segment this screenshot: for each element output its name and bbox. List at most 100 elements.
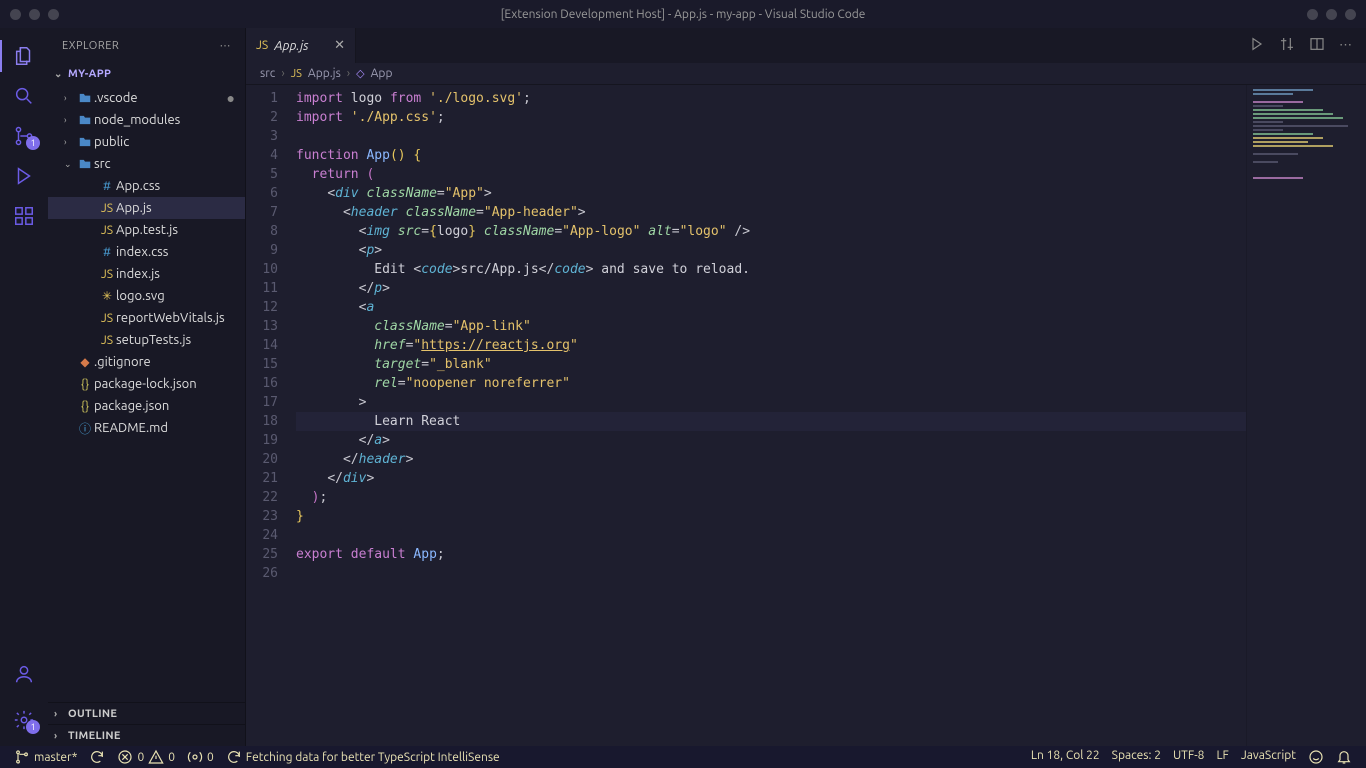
feedback-icon: [1308, 749, 1324, 765]
status-language[interactable]: JavaScript: [1235, 749, 1302, 762]
code-line[interactable]: }: [296, 507, 1366, 526]
tree-folder[interactable]: ›node_modules: [48, 109, 245, 131]
js-icon: JS: [98, 312, 116, 325]
tree-file[interactable]: #App.css: [48, 175, 245, 197]
code-line[interactable]: <div className="App">: [296, 184, 1366, 203]
minimap[interactable]: [1246, 85, 1366, 746]
status-fetching-label: Fetching data for better TypeScript Inte…: [246, 751, 500, 764]
code-content[interactable]: import logo from './logo.svg';import './…: [296, 85, 1366, 746]
tree-folder[interactable]: ›.vscode●: [48, 87, 245, 109]
window-ctrl-icon[interactable]: [1326, 9, 1337, 20]
tree-file[interactable]: {}package.json: [48, 395, 245, 417]
window-minimize-icon[interactable]: [29, 9, 40, 20]
code-line[interactable]: import './App.css';: [296, 108, 1366, 127]
tree-folder[interactable]: ›public: [48, 131, 245, 153]
code-line[interactable]: function App() {: [296, 146, 1366, 165]
status-sync[interactable]: [83, 746, 111, 768]
tree-file[interactable]: JSApp.js: [48, 197, 245, 219]
code-editor[interactable]: 1234567891011121314151617181920212223242…: [246, 85, 1366, 746]
js-file-icon: JS: [291, 68, 302, 80]
activity-source-control[interactable]: 1: [0, 116, 48, 156]
status-branch[interactable]: master*: [8, 746, 83, 768]
json-icon: {}: [76, 400, 94, 413]
tree-item-label: logo.svg: [116, 289, 165, 303]
tree-item-label: src: [94, 157, 111, 171]
status-eol[interactable]: LF: [1210, 749, 1234, 762]
activity-settings[interactable]: 1: [0, 700, 48, 740]
status-problems[interactable]: 0 0: [111, 746, 181, 768]
code-line[interactable]: export default App;: [296, 545, 1366, 564]
activity-explorer[interactable]: [0, 36, 48, 76]
code-line[interactable]: );: [296, 488, 1366, 507]
breadcrumb-item[interactable]: src: [260, 67, 275, 80]
code-line[interactable]: return (: [296, 165, 1366, 184]
activity-run-debug[interactable]: [0, 156, 48, 196]
tree-file[interactable]: JSApp.test.js: [48, 219, 245, 241]
tree-file[interactable]: {}package-lock.json: [48, 373, 245, 395]
status-indent[interactable]: Spaces: 2: [1106, 749, 1167, 762]
status-line-col[interactable]: Ln 18, Col 22: [1025, 749, 1106, 762]
sidebar-title: EXPLORER: [62, 40, 119, 52]
breadcrumb-item[interactable]: App: [371, 67, 393, 80]
editor-tabs: JS App.js ✕ ⋯: [246, 28, 1366, 63]
split-editor-icon[interactable]: [1309, 36, 1325, 55]
status-feedback[interactable]: [1302, 749, 1330, 765]
code-line[interactable]: Edit <code>src/App.js</code> and save to…: [296, 260, 1366, 279]
md-icon: ⓘ: [76, 420, 94, 437]
window-title: [Extension Development Host] - App.js - …: [501, 8, 866, 21]
code-line[interactable]: target="_blank": [296, 355, 1366, 374]
window-ctrl-icon[interactable]: [1345, 9, 1356, 20]
status-encoding[interactable]: UTF-8: [1167, 749, 1210, 762]
more-icon[interactable]: ⋯: [1339, 38, 1352, 53]
tree-item-label: App.test.js: [116, 223, 178, 237]
activity-search[interactable]: [0, 76, 48, 116]
status-fetching[interactable]: Fetching data for better TypeScript Inte…: [220, 746, 506, 768]
tree-file[interactable]: ✳logo.svg: [48, 285, 245, 307]
breadcrumb-item[interactable]: App.js: [308, 67, 341, 80]
tree-file[interactable]: JSindex.js: [48, 263, 245, 285]
js-icon: JS: [98, 334, 116, 347]
code-line[interactable]: className="App-link": [296, 317, 1366, 336]
tree-file[interactable]: #index.css: [48, 241, 245, 263]
timeline-section[interactable]: › TIMELINE: [48, 724, 245, 746]
project-section[interactable]: ⌄ MY-APP: [48, 63, 245, 85]
code-line[interactable]: >: [296, 393, 1366, 412]
code-line[interactable]: import logo from './logo.svg';: [296, 89, 1366, 108]
code-line[interactable]: Learn React: [296, 412, 1366, 431]
tree-folder[interactable]: ⌄src: [48, 153, 245, 175]
window-ctrl-icon[interactable]: [1307, 9, 1318, 20]
status-ports[interactable]: 0: [181, 746, 220, 768]
code-line[interactable]: [296, 127, 1366, 146]
code-line[interactable]: rel="noopener noreferrer": [296, 374, 1366, 393]
breadcrumbs[interactable]: src › JS App.js › ◇ App: [246, 63, 1366, 85]
code-line[interactable]: </p>: [296, 279, 1366, 298]
diff-icon[interactable]: [1279, 36, 1295, 55]
status-bell[interactable]: [1330, 749, 1358, 765]
code-line[interactable]: </header>: [296, 450, 1366, 469]
code-line[interactable]: </div>: [296, 469, 1366, 488]
code-line[interactable]: [296, 564, 1366, 583]
tree-file[interactable]: JSsetupTests.js: [48, 329, 245, 351]
window-maximize-icon[interactable]: [48, 9, 59, 20]
outline-section[interactable]: › OUTLINE: [48, 702, 245, 724]
activity-accounts[interactable]: [0, 654, 48, 694]
sidebar-more-icon[interactable]: ⋯: [220, 39, 232, 52]
code-line[interactable]: href="https://reactjs.org": [296, 336, 1366, 355]
close-icon[interactable]: ✕: [334, 38, 345, 53]
tree-file[interactable]: ⓘREADME.md: [48, 417, 245, 439]
status-bar: master* 0 0 0 Fetching data for better T…: [0, 746, 1366, 768]
tree-file[interactable]: ◆.gitignore: [48, 351, 245, 373]
run-icon[interactable]: [1249, 36, 1265, 55]
code-line[interactable]: <p>: [296, 241, 1366, 260]
code-line[interactable]: [296, 526, 1366, 545]
code-line[interactable]: <img src={logo} className="App-logo" alt…: [296, 222, 1366, 241]
window-close-icon[interactable]: [10, 9, 21, 20]
tree-file[interactable]: JSreportWebVitals.js: [48, 307, 245, 329]
code-line[interactable]: </a>: [296, 431, 1366, 450]
code-line[interactable]: <header className="App-header">: [296, 203, 1366, 222]
extensions-icon: [13, 205, 35, 227]
js-icon: JS: [98, 268, 116, 281]
tab-app-js[interactable]: JS App.js ✕: [246, 28, 356, 63]
activity-extensions[interactable]: [0, 196, 48, 236]
code-line[interactable]: <a: [296, 298, 1366, 317]
